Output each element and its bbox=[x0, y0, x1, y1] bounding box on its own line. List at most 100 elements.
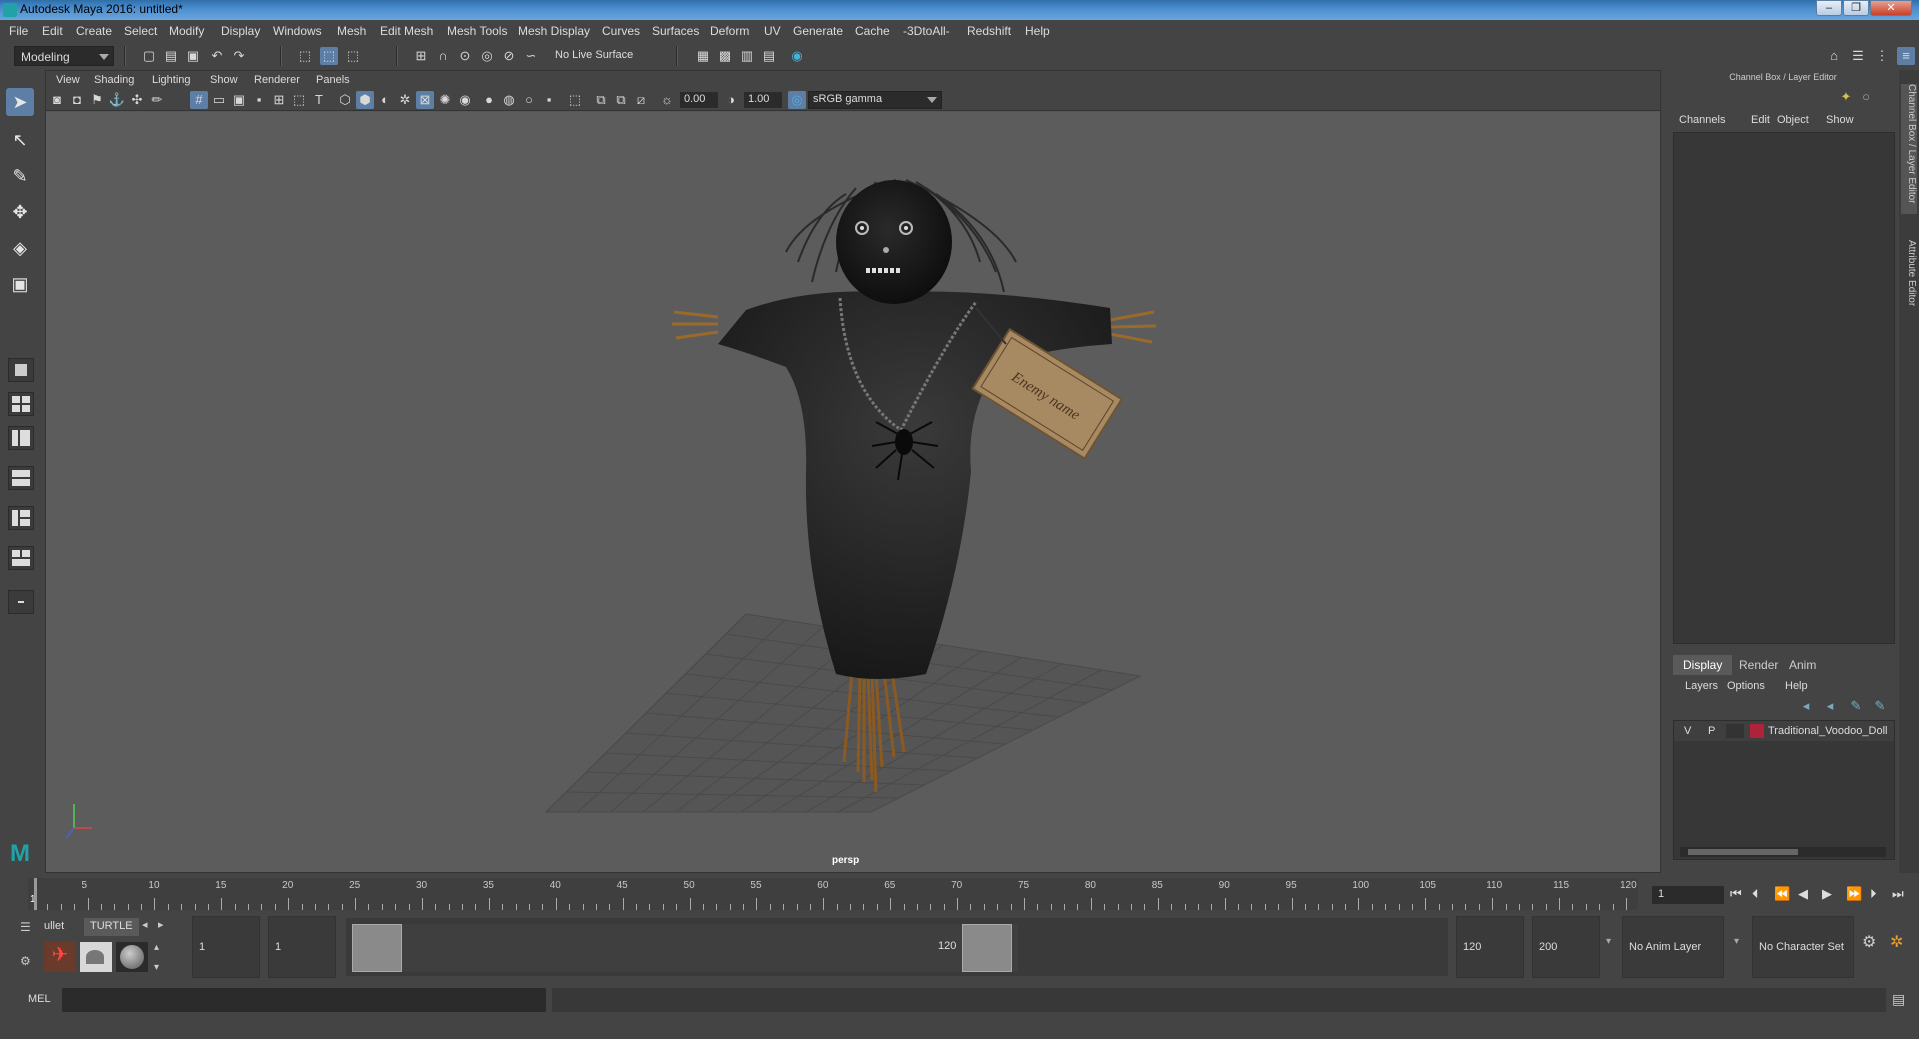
image-plane-icon[interactable]: ⚓ bbox=[108, 91, 126, 109]
turtle-sphere-icon[interactable] bbox=[116, 942, 148, 972]
shelf-scroll-up-icon[interactable]: ▴ bbox=[154, 942, 159, 953]
command-input[interactable] bbox=[62, 988, 546, 1012]
xray-joints-icon[interactable]: ⧉ bbox=[612, 91, 630, 109]
render-view-icon[interactable]: ▦ bbox=[694, 47, 712, 65]
2d-pan-zoom-icon[interactable]: ✣ bbox=[128, 91, 146, 109]
side-tab-attribute-editor[interactable]: Attribute Editor bbox=[1901, 240, 1917, 330]
grid-toggle-icon[interactable]: # bbox=[190, 91, 208, 109]
snap-surface-icon[interactable]: ⊘ bbox=[500, 47, 518, 65]
xray-components-icon[interactable]: ⧄ bbox=[632, 91, 650, 109]
isolate-select-icon[interactable]: ⬚ bbox=[566, 91, 584, 109]
shadows-icon[interactable]: ◉ bbox=[456, 91, 474, 109]
shelf-scroll-down-icon[interactable]: ▾ bbox=[154, 962, 159, 973]
snap-curve-icon[interactable]: ∩ bbox=[434, 47, 452, 65]
viewport-menu-renderer[interactable]: Renderer bbox=[254, 74, 300, 86]
menu-select[interactable]: Select bbox=[124, 24, 157, 38]
cb-show-menu[interactable]: Show bbox=[1826, 114, 1854, 126]
select-object-icon[interactable]: ⬚ bbox=[320, 47, 338, 65]
auto-key-icon[interactable]: ⚙ bbox=[1862, 932, 1876, 952]
viewport-menu-panels[interactable]: Panels bbox=[316, 74, 350, 86]
channels-menu[interactable]: Channels bbox=[1679, 114, 1725, 126]
tab-anim[interactable]: Anim bbox=[1779, 655, 1826, 675]
ipr-render-icon[interactable]: ▥ bbox=[738, 47, 756, 65]
range-slider[interactable]: 1 120 bbox=[346, 918, 1448, 976]
open-scene-icon[interactable]: ▤ bbox=[162, 47, 180, 65]
single-perspective-layout-icon[interactable] bbox=[8, 358, 34, 382]
paint-select-tool-icon[interactable]: ✎ bbox=[6, 162, 34, 190]
menu-cache[interactable]: Cache bbox=[855, 24, 890, 38]
menu-windows[interactable]: Windows bbox=[273, 24, 322, 38]
play-backwards-icon[interactable]: ◀ bbox=[1798, 886, 1808, 902]
tool-settings-toggle-icon[interactable]: ⋮ bbox=[1873, 47, 1891, 65]
step-back-frame-icon[interactable]: ⏴ bbox=[1752, 886, 1759, 902]
current-time-indicator[interactable] bbox=[34, 878, 37, 910]
snap-view-plane-icon[interactable]: ◎ bbox=[478, 47, 496, 65]
select-tool-icon[interactable]: ➤ bbox=[6, 88, 34, 116]
menu-deform[interactable]: Deform bbox=[710, 24, 749, 38]
go-to-start-icon[interactable]: ⏮ bbox=[1730, 886, 1742, 902]
undo-icon[interactable]: ↶ bbox=[208, 47, 226, 65]
menu-set-dropdown[interactable]: Modeling bbox=[14, 46, 114, 66]
playback-start-field[interactable]: 1 bbox=[268, 916, 336, 978]
persp-outliner-layout-icon[interactable] bbox=[8, 426, 34, 450]
new-scene-icon[interactable]: ▢ bbox=[140, 47, 158, 65]
layer-row[interactable]: V P Traditional_Voodoo_Doll bbox=[1674, 721, 1894, 741]
move-layer-down-icon[interactable]: ◂ bbox=[1821, 697, 1839, 715]
hypershade-icon[interactable]: ◉ bbox=[788, 47, 806, 65]
gate-mask-icon[interactable]: ▪ bbox=[250, 91, 268, 109]
exposure-icon[interactable]: ☼ bbox=[658, 91, 676, 109]
four-view-layout-icon[interactable] bbox=[8, 392, 34, 416]
motion-blur-icon[interactable]: ◍ bbox=[500, 91, 518, 109]
menu-mesh-display[interactable]: Mesh Display bbox=[518, 24, 590, 38]
render-settings-icon[interactable]: ▤ bbox=[760, 47, 778, 65]
minimize-button[interactable]: ‒ bbox=[1816, 0, 1842, 16]
textured-icon[interactable]: ⊠ bbox=[416, 91, 434, 109]
playback-end-field[interactable]: 120 bbox=[1456, 916, 1524, 978]
depth-of-field-icon[interactable]: ▪ bbox=[540, 91, 558, 109]
menu-edit[interactable]: Edit bbox=[42, 24, 63, 38]
camera-select-icon[interactable]: ◙ bbox=[48, 91, 66, 109]
side-tab-channel-box[interactable]: Channel Box / Layer Editor bbox=[1901, 84, 1917, 214]
script-editor-icon[interactable]: ▤ bbox=[1892, 991, 1905, 1008]
menu-mesh[interactable]: Mesh bbox=[337, 24, 366, 38]
close-button[interactable]: ✕ bbox=[1870, 0, 1912, 16]
viewport-canvas[interactable]: Enemy name persp bbox=[46, 112, 1660, 872]
new-layer-selected-icon[interactable]: ✎ bbox=[1871, 697, 1889, 715]
persp-graph-layout-icon[interactable] bbox=[8, 466, 34, 490]
field-chart-icon[interactable]: ⊞ bbox=[270, 91, 288, 109]
snap-point-icon[interactable]: ⊙ bbox=[456, 47, 474, 65]
layer-color-swatch[interactable] bbox=[1750, 724, 1764, 738]
viewport-menu-lighting[interactable]: Lighting bbox=[152, 74, 191, 86]
wireframe-on-shaded-icon[interactable]: ✲ bbox=[396, 91, 414, 109]
new-layer-icon[interactable]: ✎ bbox=[1847, 697, 1865, 715]
hypershade-persp-layout-icon[interactable] bbox=[8, 506, 34, 530]
bookmark-icon[interactable]: ⚑ bbox=[88, 91, 106, 109]
persp-uv-layout-icon[interactable] bbox=[8, 546, 34, 570]
gamma-icon[interactable]: ◑ bbox=[722, 91, 740, 109]
layers-menu[interactable]: Layers bbox=[1685, 680, 1718, 692]
shelf-menu-icon[interactable]: ☰ bbox=[20, 920, 31, 934]
lasso-tool-icon[interactable]: ↖ bbox=[6, 126, 34, 154]
cb-edit-menu[interactable]: Edit bbox=[1751, 114, 1770, 126]
step-back-key-icon[interactable]: ⏪ bbox=[1774, 886, 1790, 902]
shelf-settings-icon[interactable]: ⚙ bbox=[20, 954, 31, 968]
anim-layer-dropdown[interactable]: No Anim Layer bbox=[1622, 916, 1724, 978]
render-current-icon[interactable]: ▩ bbox=[716, 47, 734, 65]
layer-toggle-icon[interactable]: ○ bbox=[1857, 88, 1875, 106]
layer-scrollbar[interactable] bbox=[1680, 847, 1886, 857]
time-ruler[interactable]: 5 10 15 20 25 30 35 40 45 50 55 60 65 70 75 80 85 90 95 100… bbox=[28, 878, 1638, 910]
end-frame-field[interactable]: 200 bbox=[1532, 916, 1600, 978]
scale-tool-icon[interactable]: ▣ bbox=[6, 270, 34, 298]
wireframe-icon[interactable]: ⬡ bbox=[336, 91, 354, 109]
step-forward-key-icon[interactable]: ⏩ bbox=[1846, 886, 1862, 902]
tab-display[interactable]: Display bbox=[1673, 655, 1733, 675]
smooth-shade-icon[interactable]: ⬢ bbox=[356, 91, 374, 109]
move-tool-icon[interactable]: ✥ bbox=[6, 198, 34, 226]
layer-visibility-toggle[interactable]: V bbox=[1684, 725, 1691, 737]
select-hierarchy-icon[interactable]: ⬚ bbox=[296, 47, 314, 65]
shelf-tab-turtle[interactable]: TURTLE bbox=[84, 918, 139, 936]
grease-pencil-icon[interactable]: ✏ bbox=[148, 91, 166, 109]
options-menu[interactable]: Options bbox=[1727, 680, 1765, 692]
menu-3dtoall[interactable]: -3DtoAll- bbox=[903, 24, 950, 38]
turtle-render-icon[interactable]: ✈ bbox=[44, 942, 76, 972]
